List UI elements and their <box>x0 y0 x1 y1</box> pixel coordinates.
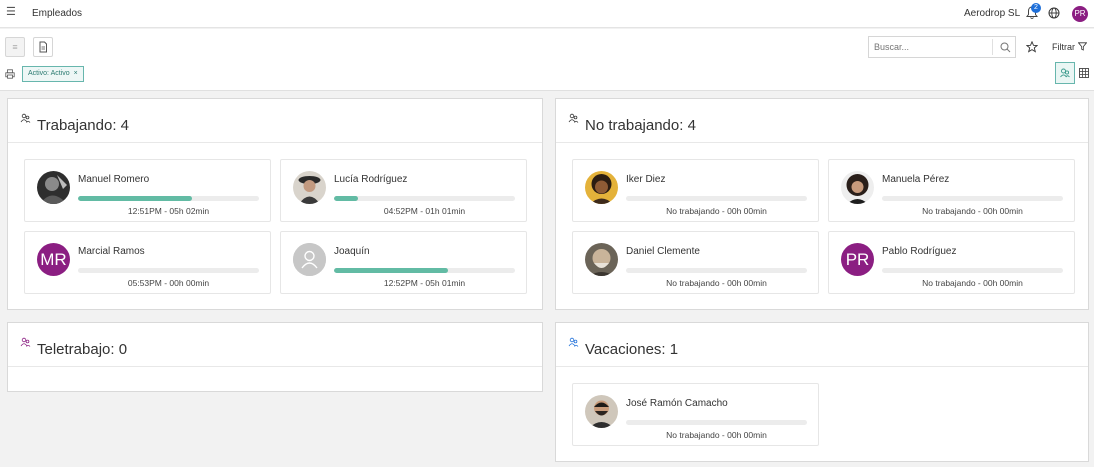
globe-icon[interactable] <box>1048 7 1060 19</box>
work-status: No trabajando - 00h 00min <box>666 278 767 288</box>
work-progress-bar <box>334 196 515 201</box>
work-status: No trabajando - 00h 00min <box>922 278 1023 288</box>
top-bar: ☰ Empleados Aerodrop SL 2 PR <box>0 0 1094 28</box>
work-progress-bar <box>882 196 1063 201</box>
avatar <box>585 243 618 276</box>
print-icon[interactable] <box>5 69 15 79</box>
work-progress-bar <box>626 420 807 425</box>
list-view-button[interactable]: ≡ <box>5 37 25 57</box>
close-icon[interactable]: × <box>74 70 78 77</box>
group-panel-no-trabajando: No trabajando: 4 Iker Diez No trabajando … <box>555 98 1089 310</box>
work-status: 12:51PM - 05h 02min <box>127 206 210 216</box>
work-progress-fill <box>334 196 358 201</box>
work-progress-fill <box>78 196 193 201</box>
employee-card[interactable]: Joaquín 12:52PM - 05h 01min <box>280 231 527 294</box>
work-status: 04:52PM - 01h 01min <box>383 206 466 216</box>
filter-label: Filtrar <box>1052 42 1075 52</box>
work-progress-bar <box>78 268 259 273</box>
group-header: Trabajando: 4 <box>8 99 542 143</box>
funnel-icon <box>1077 42 1087 51</box>
work-progress-bar <box>882 268 1063 273</box>
work-progress-bar <box>626 268 807 273</box>
people-icon <box>20 337 31 347</box>
employee-card[interactable]: Daniel Clemente No trabajando - 00h 00min <box>572 231 819 294</box>
work-progress-bar <box>78 196 259 201</box>
employee-card[interactable]: Lucía Rodríguez 04:52PM - 01h 01min <box>280 159 527 222</box>
avatar <box>293 243 326 276</box>
work-progress-bar <box>626 196 807 201</box>
employee-name: Manuel Romero <box>78 174 150 185</box>
group-header: Teletrabajo: 0 <box>8 323 542 367</box>
group-panel-vacaciones: Vacaciones: 1 José Ramón Camacho No traba… <box>555 322 1089 462</box>
toolbar: ≡ Filtrar Activo: Activo × <box>0 29 1094 91</box>
employee-name: Manuela Pérez <box>882 174 950 185</box>
avatar: MR <box>37 243 70 276</box>
avatar <box>293 171 326 204</box>
work-progress-fill <box>334 268 449 273</box>
employee-card[interactable]: José Ramón Camacho No trabajando - 00h 00… <box>572 383 819 446</box>
group-panel-teletrabajo: Teletrabajo: 0 <box>7 322 543 392</box>
star-icon[interactable] <box>1026 41 1038 53</box>
employee-name: Pablo Rodríguez <box>882 246 957 257</box>
user-avatar[interactable]: PR <box>1072 6 1088 22</box>
employee-card[interactable]: PR Pablo Rodríguez No trabajando - 00h 00m… <box>828 231 1075 294</box>
work-status: No trabajando - 00h 00min <box>666 430 767 440</box>
menu-icon[interactable]: ☰ <box>6 7 16 18</box>
document-icon <box>39 41 47 53</box>
avatar <box>841 171 874 204</box>
page-title: Empleados <box>32 8 83 19</box>
filter-button[interactable]: Filtrar <box>1052 42 1087 52</box>
employee-card[interactable]: Manuel Romero 12:51PM - 05h 02min <box>24 159 271 222</box>
group-header: No trabajando: 4 <box>556 99 1088 143</box>
group-title: No trabajando: 4 <box>585 117 696 134</box>
search-icon[interactable] <box>1000 42 1011 53</box>
avatar <box>37 171 70 204</box>
grid-view-icon[interactable] <box>1079 68 1089 78</box>
people-icon <box>1060 68 1070 78</box>
work-status: No trabajando - 00h 00min <box>666 206 767 216</box>
search-divider <box>992 39 993 55</box>
company-selector[interactable]: Aerodrop SL <box>964 8 1020 19</box>
people-icon <box>20 113 31 123</box>
notification-badge: 2 <box>1031 3 1041 13</box>
group-header: Vacaciones: 1 <box>556 323 1088 367</box>
group-panel-trabajando: Trabajando: 4 Manuel Romero 12:51PM - 05h… <box>7 98 543 310</box>
employee-card[interactable]: MR Marcial Ramos 05:53PM - 00h 00min <box>24 231 271 294</box>
employee-name: Iker Diez <box>626 174 666 185</box>
employee-name: Daniel Clemente <box>626 246 700 257</box>
search-input[interactable] <box>869 37 989 57</box>
group-title: Vacaciones: 1 <box>585 341 679 358</box>
avatar <box>585 171 618 204</box>
work-progress-bar <box>334 268 515 273</box>
export-button[interactable] <box>33 37 53 57</box>
search-box <box>868 36 1016 58</box>
employee-card[interactable]: Manuela Pérez No trabajando - 00h 00min <box>828 159 1075 222</box>
people-icon <box>568 337 579 347</box>
filter-chip-label: Activo: Activo <box>28 70 70 77</box>
people-icon <box>568 113 579 123</box>
avatar: PR <box>841 243 874 276</box>
employee-card[interactable]: Iker Diez No trabajando - 00h 00min <box>572 159 819 222</box>
employee-name: Marcial Ramos <box>78 246 145 257</box>
work-status: No trabajando - 00h 00min <box>922 206 1023 216</box>
work-status: 05:53PM - 00h 00min <box>127 278 210 288</box>
work-status: 12:52PM - 05h 01min <box>383 278 466 288</box>
group-title: Trabajando: 4 <box>37 117 130 134</box>
avatar <box>585 395 618 428</box>
group-title: Teletrabajo: 0 <box>37 341 128 358</box>
filter-chip-activo[interactable]: Activo: Activo × <box>22 66 84 82</box>
employee-name: Lucía Rodríguez <box>334 174 408 185</box>
kanban-view-button[interactable] <box>1055 62 1075 84</box>
employee-name: José Ramón Camacho <box>626 398 728 409</box>
employee-name: Joaquín <box>334 246 370 257</box>
